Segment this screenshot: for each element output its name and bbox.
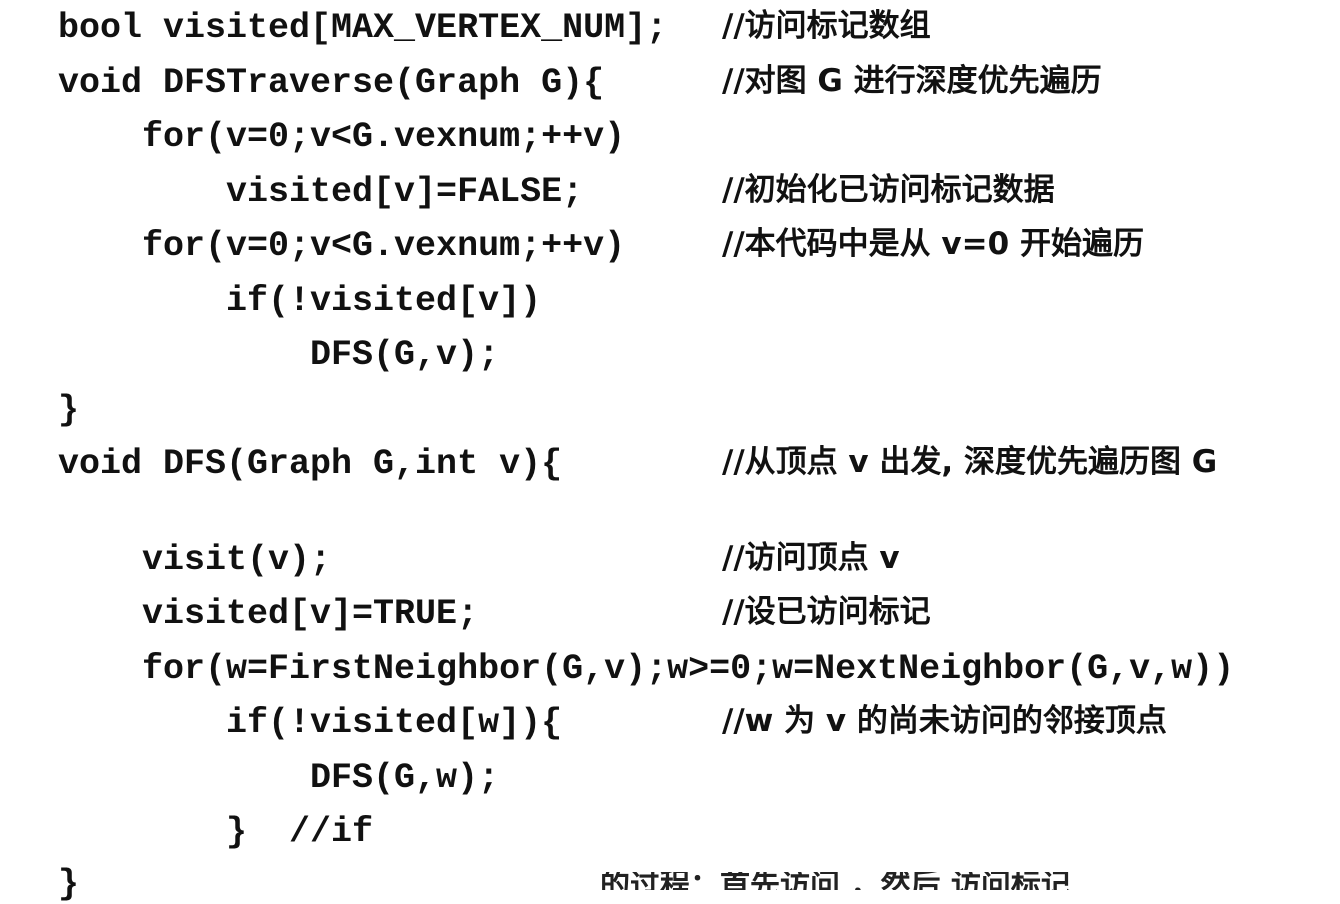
code-line: } //if	[58, 812, 374, 852]
code-comment: //w 为 v 的尚未访问的邻接顶点	[722, 703, 1167, 739]
code-line: visit(v);	[58, 540, 332, 580]
code-line: void DFS(Graph G,int v){	[58, 444, 563, 484]
code-line: visited[v]=TRUE;	[58, 594, 479, 634]
code-comment: //设已访问标记	[722, 594, 931, 630]
bottom-partial-text: 的过程：首先访问 ，然后 访问标记	[600, 872, 1071, 890]
code-line: visited[v]=FALSE;	[58, 172, 584, 212]
code-comment: //访问顶点 v	[722, 540, 900, 576]
code-comment: //访问标记数组	[722, 8, 931, 44]
code-line: bool visited[MAX_VERTEX_NUM];	[58, 8, 668, 48]
code-comment: //初始化已访问标记数据	[722, 172, 1055, 208]
code-line: DFS(G,w);	[58, 758, 500, 798]
code-line: if(!visited[v])	[58, 281, 542, 321]
code-line: for(w=FirstNeighbor(G,v);w>=0;w=NextNeig…	[58, 649, 1235, 689]
cut-off-text: 的过程：首先访问 ，然后 访问标记	[0, 872, 1340, 890]
code-line: void DFSTraverse(Graph G){	[58, 63, 605, 103]
code-line: if(!visited[w]){	[58, 703, 563, 743]
code-line: }	[58, 390, 80, 430]
code-comment: //对图 G 进行深度优先遍历	[722, 63, 1102, 99]
code-comment: //本代码中是从 v=0 开始遍历	[722, 226, 1144, 262]
code-line: for(v=0;v<G.vexnum;++v)	[58, 226, 626, 266]
code-line: DFS(G,v);	[58, 335, 500, 375]
code-comment: //从顶点 v 出发, 深度优先遍历图 G	[722, 444, 1218, 480]
code-line: for(v=0;v<G.vexnum;++v)	[58, 117, 626, 157]
